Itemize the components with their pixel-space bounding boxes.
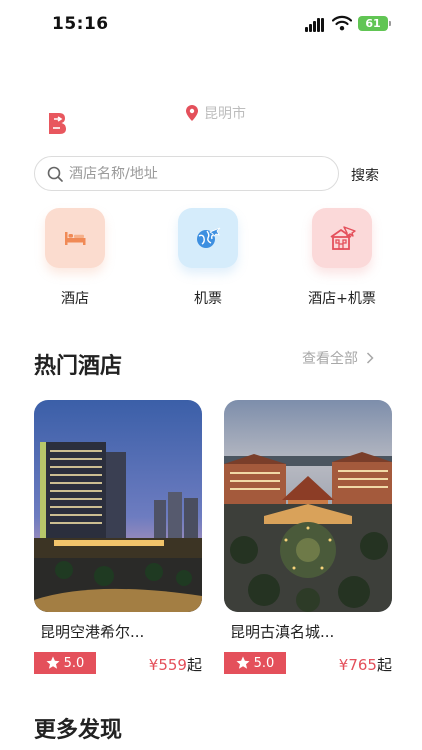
star-icon [236,656,250,669]
hotel-name: 昆明古滇名城... [230,623,335,641]
category-hotel-flight[interactable]: 酒店+机票 [292,208,392,308]
category-hotel-label: 酒店 [61,291,89,307]
more-discover-title: 更多发现 [34,718,123,743]
status-time: 15:16 [52,14,109,34]
hot-hotels-title: 热门酒店 [34,354,123,379]
hotel-photo[interactable] [34,400,202,612]
hotel-photo[interactable] [224,400,392,612]
wifi-icon [332,15,352,31]
cellular-signal-icon [305,18,325,32]
category-flight[interactable]: 机票 [158,208,258,308]
current-city: 昆明市 [204,106,246,122]
hotel-card[interactable]: 昆明空港希尔... 5.0 ¥559起 [34,400,202,674]
rating-value: 5.0 [253,655,275,671]
price-unit: 起 [376,656,392,674]
hotel-card[interactable]: 昆明古滇名城... 5.0 ¥765起 [224,400,392,674]
app-logo-icon [49,113,66,134]
view-all-link[interactable]: 查看全部 [302,348,374,368]
category-flight-label: 机票 [194,291,222,307]
search-box[interactable] [34,156,339,191]
hotel-plane-icon [330,226,356,250]
location-pin-icon [186,105,198,121]
search-input[interactable] [69,165,309,182]
status-bar: 15:16 61 [0,0,422,50]
star-icon [46,656,60,669]
view-all-label: 查看全部 [302,351,358,367]
rating-badge: 5.0 [224,652,286,674]
location-selector[interactable]: 昆明市 [186,103,246,123]
battery-cap [389,21,391,26]
battery-icon: 61 [358,16,388,31]
price-unit: 起 [186,656,202,674]
hotel-price: ¥765起 [339,654,392,675]
rating-badge: 5.0 [34,652,96,674]
flight-tile[interactable] [178,208,238,268]
search-icon [47,166,63,182]
hotel-name: 昆明空港希尔... [40,623,145,641]
chevron-right-icon [366,352,374,364]
combo-tile[interactable] [312,208,372,268]
price-value: ¥559 [148,656,187,674]
rating-value: 5.0 [63,655,85,671]
globe-plane-icon [197,227,221,248]
bed-icon [65,232,86,245]
category-hotel[interactable]: 酒店 [25,208,125,308]
price-value: ¥765 [338,656,377,674]
hotel-price: ¥559起 [149,654,202,675]
category-combo-label: 酒店+机票 [308,291,376,307]
hotel-tile[interactable] [45,208,105,268]
search-button[interactable]: 搜索 [351,165,379,185]
